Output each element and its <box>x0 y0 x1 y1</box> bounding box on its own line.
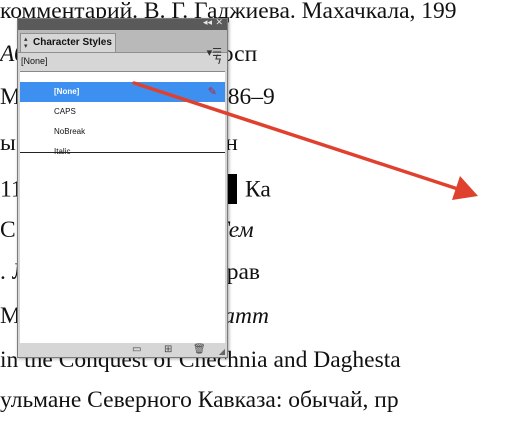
text-cursor <box>228 174 238 204</box>
list-item[interactable]: NoBreak <box>20 122 225 142</box>
list-divider <box>20 152 225 153</box>
new-group-icon[interactable]: ▭ <box>132 344 141 356</box>
delete-icon[interactable]: 🗑 <box>193 344 206 356</box>
tab-expand-icon[interactable]: ▴ ▾ <box>24 36 28 50</box>
list-item[interactable]: CAPS <box>20 102 225 122</box>
close-icon[interactable]: ✕ <box>215 18 223 29</box>
style-list[interactable]: [None] ✎ CAPS NoBreak Italic <box>20 71 225 345</box>
style-name: NoBreak <box>54 127 86 136</box>
doc-line: ульмане Северного Кавказа: обычай, пр <box>0 387 399 413</box>
text-run: ы <box>0 130 16 156</box>
edit-style-icon[interactable]: ✎ <box>208 82 217 102</box>
style-name: CAPS <box>54 107 76 116</box>
tab-label: Character Styles <box>33 37 112 48</box>
text-run: ульмане Северного Кавказа: обычай, пр <box>0 387 399 413</box>
tab-row: ▴ ▾ Character Styles ▾☰ <box>18 30 227 59</box>
panel-titlebar[interactable]: ◂◂ ✕ <box>18 18 227 30</box>
text-run: Ка <box>239 176 271 203</box>
list-item[interactable]: [None] ✎ <box>20 82 225 102</box>
tab-character-styles[interactable]: ▴ ▾ Character Styles <box>20 33 116 52</box>
resize-grip-icon[interactable]: ◢ <box>219 347 225 356</box>
panel-footer: ▭ ⊞ 🗑 ◢ <box>18 343 227 357</box>
collapse-icon[interactable]: ◂◂ <box>203 18 212 29</box>
character-styles-panel: ◂◂ ✕ ▴ ▾ Character Styles ▾☰ [None] ϟ [No… <box>17 18 228 358</box>
style-name: [None] <box>54 87 80 96</box>
current-style-label: [None] <box>21 56 48 66</box>
lightning-icon[interactable]: ϟ <box>214 53 222 67</box>
new-style-icon[interactable]: ⊞ <box>164 344 172 356</box>
